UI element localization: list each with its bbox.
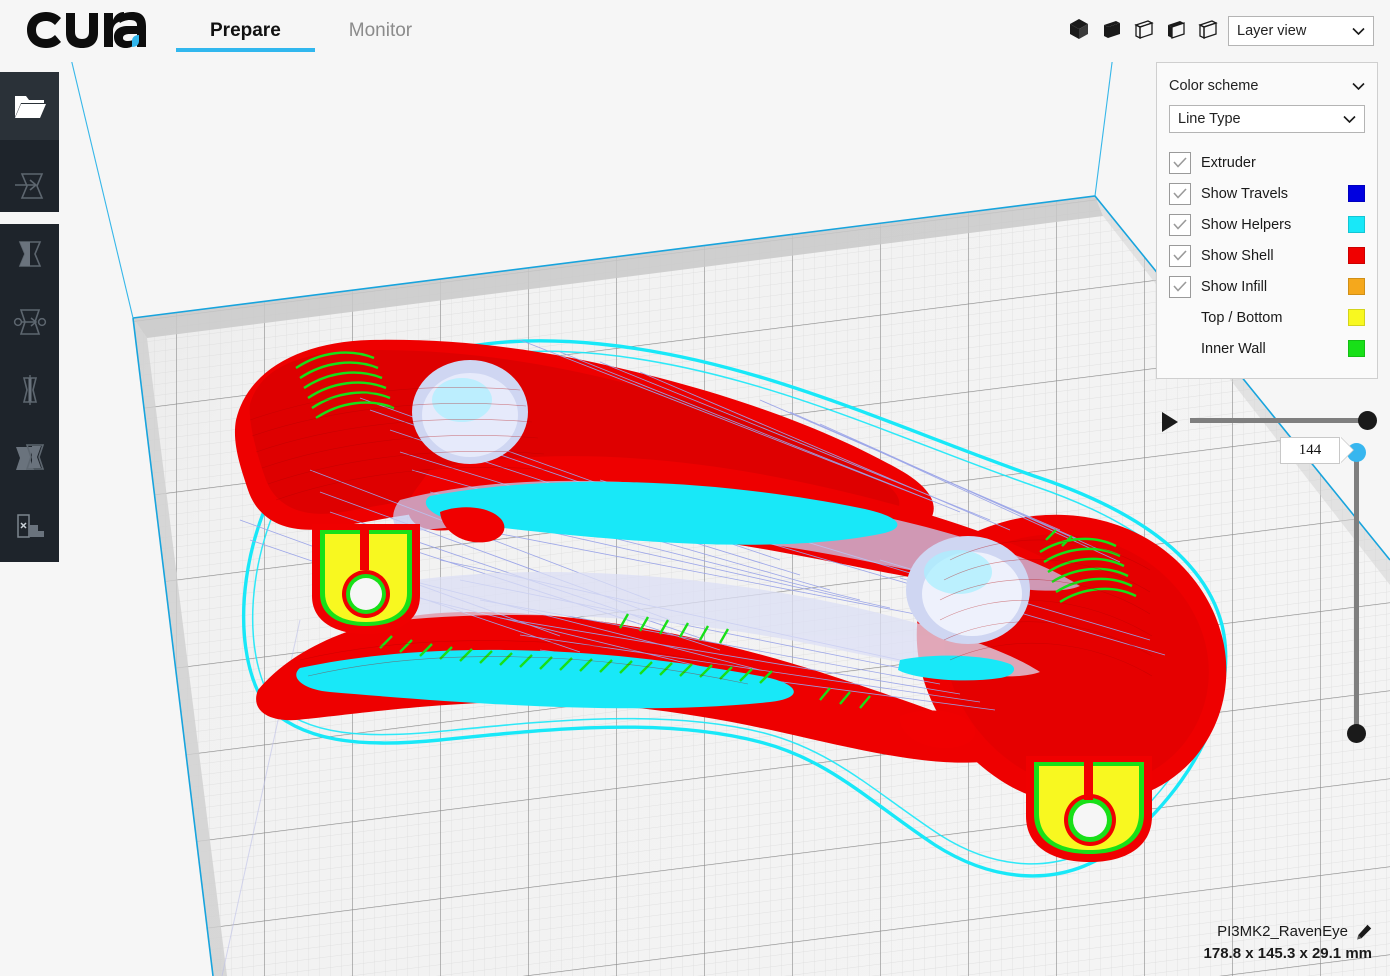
check-icon [1173,219,1187,230]
legend-swatch-shell [1348,247,1365,264]
main-tabs: Prepare Monitor [176,0,446,62]
pencil-icon[interactable] [1356,924,1372,940]
bracket-left [312,524,420,634]
model-info: PI3MK2_RavenEye 178.8 x 145.3 x 29.1 mm [1204,923,1372,962]
tab-monitor-label: Monitor [348,20,413,41]
checkbox-show-shell[interactable] [1169,244,1191,267]
view-right-icon[interactable] [1196,17,1218,41]
view-front-icon[interactable] [1100,17,1122,41]
checkbox-show-infill[interactable] [1169,275,1191,298]
scale-tool-icon [18,241,41,267]
legend-swatch [1348,154,1365,171]
move-tool-icon [14,173,43,199]
view-top-icon[interactable] [1132,17,1154,41]
legend-swatch-helpers [1348,216,1365,233]
eye-socket-left [412,360,528,464]
layer-number-field[interactable]: 144 [1280,437,1353,464]
chevron-down-icon [1352,27,1365,35]
color-scheme-panel: Color scheme Line Type Extruder Show Tra… [1156,62,1378,379]
legend-swatch-top-bottom [1348,309,1365,326]
color-scheme-header[interactable]: Color scheme [1169,73,1365,99]
model-dimensions: 178.8 x 145.3 x 29.1 mm [1203,945,1372,962]
legend-label: Top / Bottom [1201,309,1283,326]
color-scheme-title: Color scheme [1169,78,1259,94]
tool-rotate[interactable] [0,288,59,356]
view-left-icon[interactable] [1164,17,1186,41]
legend-row-extruder[interactable]: Extruder [1169,147,1365,178]
view-mode-dropdown[interactable]: Layer view [1228,16,1374,46]
color-scheme-select[interactable]: Line Type [1169,105,1365,133]
model-name: PI3MK2_RavenEye [1217,923,1348,940]
legend-row-show-infill[interactable]: Show Infill [1169,271,1365,302]
color-scheme-value: Line Type [1178,111,1241,127]
check-icon [1173,188,1187,199]
legend-row-show-shell[interactable]: Show Shell [1169,240,1365,271]
legend-label: Show Shell [1201,247,1274,264]
tool-move[interactable] [0,152,59,220]
left-toolbar [0,72,59,562]
legend-row-top-bottom: Top / Bottom [1169,302,1365,333]
checkbox-extruder[interactable] [1169,151,1191,174]
tab-monitor[interactable]: Monitor [315,0,446,62]
layer-slider-track[interactable] [1354,451,1359,738]
cura-window: Prepare Monitor Layer view Color scheme … [0,0,1390,976]
horizontal-slider-handle[interactable] [1358,411,1377,430]
tab-prepare[interactable]: Prepare [176,0,315,62]
tool-per-model-settings[interactable] [0,424,59,492]
horizontal-slider-track[interactable] [1190,418,1370,423]
layer-number-value[interactable]: 144 [1280,437,1340,464]
legend-spacer [1169,338,1191,360]
tool-support-blocker[interactable] [0,492,59,560]
cura-logo [22,8,147,52]
check-icon [1173,281,1187,292]
legend-swatch-infill [1348,278,1365,295]
layer-slider-lower-handle[interactable] [1347,724,1366,743]
checkbox-show-helpers[interactable] [1169,213,1191,236]
chevron-down-icon [1352,82,1365,90]
tool-mirror[interactable] [0,356,59,424]
layer-slider[interactable] [1347,443,1367,743]
view-3d-isometric-icon[interactable] [1068,17,1090,41]
legend-row-show-travels[interactable]: Show Travels [1169,178,1365,209]
support-blocker-icon [16,514,44,538]
tool-scale[interactable] [0,220,59,288]
folder-open-icon [14,96,46,118]
legend-label: Show Travels [1201,185,1289,202]
play-icon[interactable] [1162,412,1178,432]
simulation-playback-slider[interactable] [1160,411,1382,432]
legend-label: Show Helpers [1201,216,1292,233]
per-model-settings-icon [15,444,44,470]
check-icon [1173,250,1187,261]
checkbox-show-travels[interactable] [1169,182,1191,205]
legend-label: Inner Wall [1201,340,1266,357]
legend-row-inner-wall: Inner Wall [1169,333,1365,364]
model-name-row: PI3MK2_RavenEye [1204,923,1372,940]
legend-label: Show Infill [1201,278,1268,295]
tab-prepare-label: Prepare [210,20,281,41]
legend-swatch-inner-wall [1348,340,1365,357]
rotate-tool-icon [13,309,46,335]
legend-spacer [1169,307,1191,329]
check-icon [1173,157,1187,168]
chevron-down-icon [1343,115,1356,123]
layer-number-pointer [1340,437,1353,463]
legend-swatch-travels [1348,185,1365,202]
view-mode-label: Layer view [1237,23,1307,39]
view-orientation-icons [1068,17,1218,41]
legend-row-show-helpers[interactable]: Show Helpers [1169,209,1365,240]
tool-open-file[interactable] [0,72,59,140]
legend-label: Extruder [1201,154,1256,171]
mirror-tool-icon [22,375,37,405]
legend-list: Extruder Show Travels Show Helpers Show … [1169,147,1365,364]
bracket-right [1026,756,1152,862]
